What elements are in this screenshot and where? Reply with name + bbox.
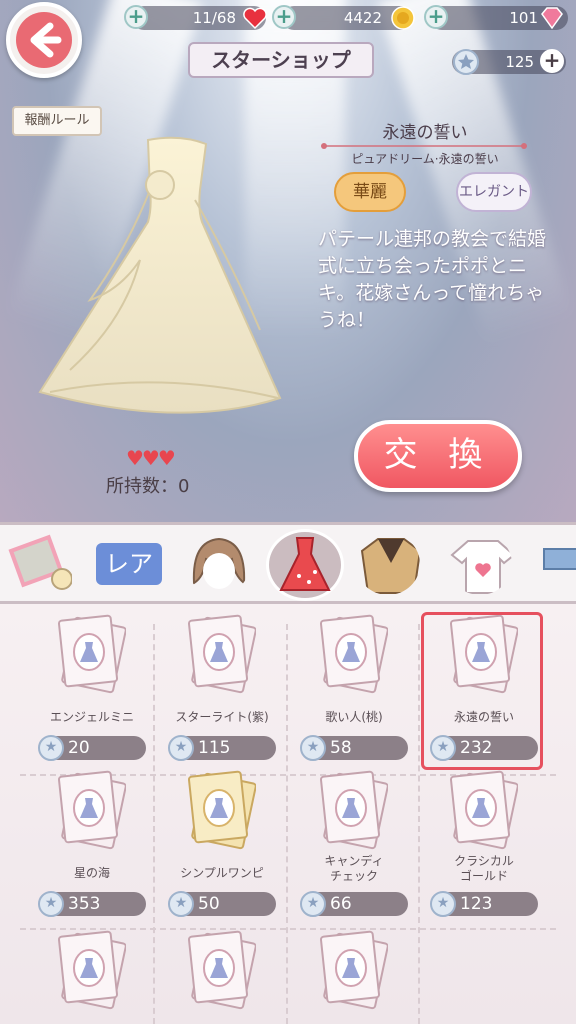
product-price-badge: ★ 115 bbox=[168, 735, 276, 761]
gold-value: 4422 bbox=[343, 9, 382, 27]
category-tab-bar: レア bbox=[0, 522, 576, 604]
product-price: 58 bbox=[330, 738, 352, 758]
add-gold-button[interactable]: + bbox=[272, 5, 296, 29]
selected-item-highlight bbox=[421, 612, 543, 770]
product-name: シンプルワンピ bbox=[180, 866, 264, 880]
item-set-name: ピュアドリーム·永遠の誓い bbox=[351, 152, 499, 166]
product-item[interactable] bbox=[160, 922, 284, 1024]
product-item[interactable]: 歌い人(桃) ★ 58 bbox=[292, 606, 416, 766]
product-item[interactable]: エンジェルミニ ★ 20 bbox=[30, 606, 154, 766]
product-name: 歌い人(桃) bbox=[325, 710, 383, 724]
diamond-value: 101 bbox=[509, 9, 538, 27]
star-icon: ★ bbox=[168, 735, 194, 761]
top-category-icon[interactable] bbox=[448, 533, 512, 595]
page-title: スターショップ bbox=[188, 42, 374, 78]
tag-gorgeous: 華麗 bbox=[334, 172, 406, 212]
product-name: エンジェルミニ bbox=[49, 710, 134, 724]
resource-bar: 11/68 + 4422 + 101 + 125 + bbox=[0, 0, 576, 75]
product-item[interactable]: シンプルワンピ ★ 50 bbox=[160, 762, 284, 922]
product-item[interactable]: キャンディ チェック ★ 66 bbox=[292, 762, 416, 922]
fabric-material-icon[interactable] bbox=[8, 533, 72, 595]
star-icon: ★ bbox=[300, 735, 326, 761]
product-price: 353 bbox=[68, 894, 101, 914]
stars-value: 125 bbox=[505, 53, 534, 71]
heart-icon bbox=[243, 7, 267, 30]
dress-category-icon bbox=[279, 537, 331, 591]
product-price-badge: ★ 20 bbox=[38, 735, 146, 761]
product-price: 123 bbox=[460, 894, 493, 914]
item-preview-stage: 11/68 + 4422 + 101 + 125 + スターショップ 報酬ルール bbox=[0, 0, 576, 522]
product-card-image bbox=[56, 612, 127, 694]
star-icon: ★ bbox=[430, 891, 456, 917]
product-card-image bbox=[186, 612, 257, 694]
diamond-icon bbox=[541, 7, 563, 30]
product-price-badge: ★ 66 bbox=[300, 891, 408, 917]
exchange-button[interactable]: 交 換 bbox=[354, 420, 522, 492]
add-diamonds-button[interactable]: + bbox=[424, 5, 448, 29]
star-icon: ★ bbox=[168, 891, 194, 917]
item-name: 永遠の誓い bbox=[382, 123, 468, 143]
gold-coin-icon bbox=[391, 6, 415, 30]
star-icon: ★ bbox=[38, 735, 64, 761]
product-card-image bbox=[318, 768, 389, 850]
product-card-image bbox=[186, 768, 257, 850]
product-price-badge: ★ 50 bbox=[168, 891, 276, 917]
product-item[interactable]: 星の海 ★ 353 bbox=[30, 762, 154, 922]
add-hearts-button[interactable]: + bbox=[124, 5, 148, 29]
arrow-left-icon bbox=[30, 22, 62, 58]
product-price: 50 bbox=[198, 894, 220, 914]
hair-category-icon[interactable] bbox=[186, 533, 250, 595]
tab-rare[interactable]: レア bbox=[96, 543, 162, 585]
product-price-badge: ★ 58 bbox=[300, 735, 408, 761]
clothing-card-icon bbox=[57, 930, 127, 1010]
tab-dress-selected[interactable] bbox=[266, 529, 344, 601]
product-item[interactable] bbox=[292, 922, 416, 1024]
tag-elegant: エレガント bbox=[456, 172, 532, 212]
clothing-card-icon bbox=[187, 614, 257, 694]
product-price: 115 bbox=[198, 738, 231, 758]
dress-preview-image bbox=[38, 136, 282, 414]
product-item[interactable]: クラシカル ゴールド ★ 123 bbox=[422, 762, 546, 922]
coat-category-icon[interactable] bbox=[356, 533, 420, 595]
product-name: 星の海 bbox=[73, 866, 110, 880]
clothing-card-icon bbox=[319, 930, 389, 1010]
clothing-card-icon bbox=[57, 614, 127, 694]
star-currency-icon bbox=[453, 49, 479, 75]
product-card-image bbox=[56, 928, 127, 1010]
product-card-image bbox=[318, 612, 389, 694]
clothing-card-icon bbox=[319, 770, 389, 850]
rarity-hearts: ♥♥♥ bbox=[126, 446, 176, 470]
back-button[interactable] bbox=[6, 2, 82, 78]
product-price: 66 bbox=[330, 894, 352, 914]
product-price-badge: ★ 353 bbox=[38, 891, 146, 917]
clothing-card-icon bbox=[187, 770, 257, 850]
bottoms-category-icon[interactable] bbox=[540, 533, 576, 595]
product-price: 20 bbox=[68, 738, 90, 758]
product-name: クラシカル ゴールド bbox=[454, 854, 514, 883]
item-description: パテール連邦の教会で結婚式に立ち会ったポポとニキ。花嫁さんって憧れちゃうね！ bbox=[318, 228, 547, 331]
owned-count: 所持数：0 bbox=[106, 476, 190, 497]
product-price-badge: ★ 123 bbox=[430, 891, 538, 917]
clothing-card-icon bbox=[57, 770, 127, 850]
product-card-image bbox=[56, 768, 127, 850]
product-card-image bbox=[186, 928, 257, 1010]
clothing-card-icon bbox=[449, 770, 519, 850]
product-item[interactable] bbox=[30, 922, 154, 1024]
star-icon: ★ bbox=[300, 891, 326, 917]
product-name: キャンディ チェック bbox=[324, 854, 384, 883]
star-icon: ★ bbox=[38, 891, 64, 917]
hearts-value: 11/68 bbox=[192, 9, 236, 27]
product-name: スターライト(紫) bbox=[175, 710, 269, 724]
clothing-card-icon bbox=[187, 930, 257, 1010]
product-card-image bbox=[448, 768, 519, 850]
clothing-card-icon bbox=[319, 614, 389, 694]
product-item[interactable]: スターライト(紫) ★ 115 bbox=[160, 606, 284, 766]
product-card-image bbox=[318, 928, 389, 1010]
add-stars-button[interactable]: + bbox=[540, 49, 564, 73]
